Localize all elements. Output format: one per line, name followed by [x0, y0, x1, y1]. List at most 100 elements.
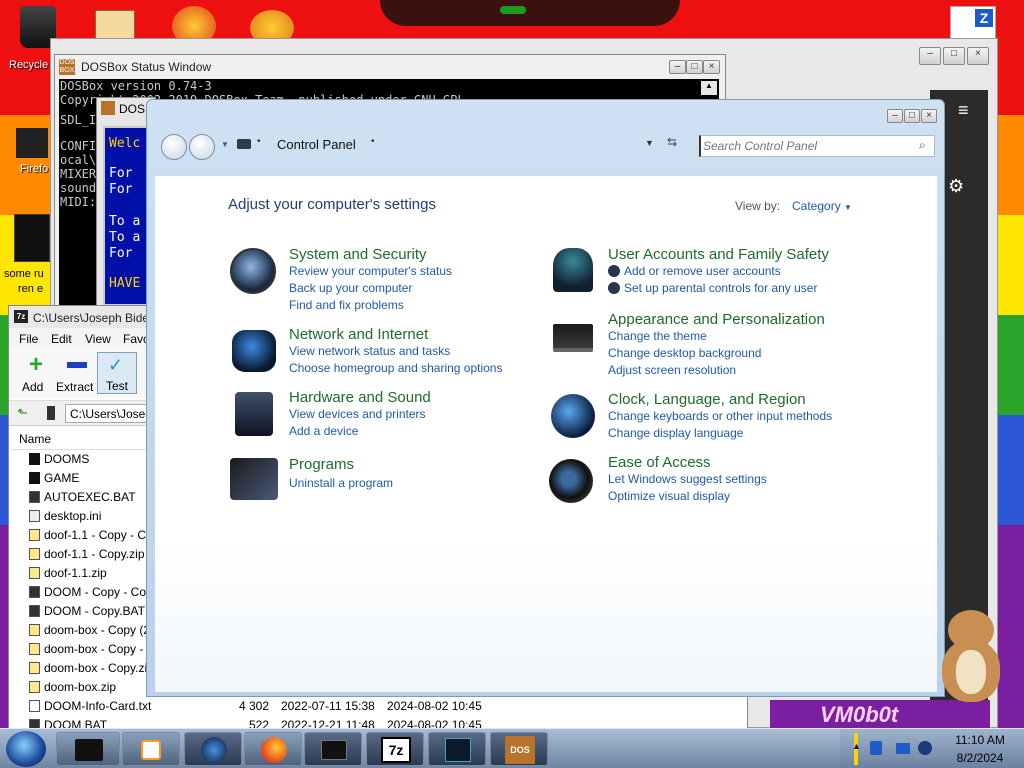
category-link[interactable]: Let Windows suggest settings	[608, 471, 767, 488]
list-item[interactable]: DOOMS	[29, 450, 89, 469]
file-name: DOOM-Info-Card.txt	[44, 699, 152, 713]
list-item[interactable]: GAME	[29, 469, 79, 488]
tray-app-icon[interactable]	[870, 741, 882, 755]
list-item[interactable]: doom-box.zip	[29, 678, 116, 697]
dosbox-maximize-button[interactable]: □	[686, 60, 703, 74]
taskbar-item-firefox[interactable]	[244, 732, 302, 766]
breadcrumb-item[interactable]: Control Panel	[277, 137, 356, 152]
category-title[interactable]: Ease of Access	[608, 454, 767, 471]
clock-language-region-icon[interactable]	[551, 394, 595, 438]
menu-file[interactable]: File	[19, 332, 38, 346]
hardware-sound-icon[interactable]	[235, 392, 273, 436]
category-link[interactable]: Back up your computer	[289, 280, 452, 297]
taskbar-item-explorer[interactable]	[56, 732, 120, 766]
list-item[interactable]: AUTOEXEC.BAT	[29, 488, 136, 507]
category-link[interactable]: Add a device	[289, 423, 431, 440]
test-button[interactable]: ✓ Test	[97, 352, 137, 394]
taskbar-item-7zip[interactable]: 7z	[366, 732, 424, 766]
list-item[interactable]: doof-1.1.zip	[29, 564, 107, 583]
category-link[interactable]: Change display language	[608, 425, 832, 442]
recent-pages-arrow-icon[interactable]: ▼	[221, 140, 229, 149]
forward-button[interactable]	[189, 134, 215, 160]
category-link[interactable]: View devices and printers	[289, 406, 431, 423]
list-item[interactable]: doof-1.1 - Copy - Co	[29, 526, 153, 545]
cp-close-button[interactable]: ×	[921, 109, 937, 123]
category-link[interactable]: Change keyboards or other input methods	[608, 408, 832, 425]
taskbar-item-media[interactable]	[122, 732, 180, 766]
network-icon[interactable]	[896, 743, 910, 754]
category-link[interactable]: Uninstall a program	[289, 475, 393, 492]
menu-view[interactable]: View	[85, 332, 111, 346]
add-button[interactable]: + Add	[19, 350, 59, 396]
dosbox-close-button[interactable]: ×	[703, 60, 720, 74]
search-icon[interactable]: ⌕	[919, 138, 926, 153]
folder-icon[interactable]	[95, 10, 135, 40]
hamster-mascot[interactable]	[940, 610, 1004, 706]
appearance-personalization-icon[interactable]	[553, 324, 593, 352]
clock-time[interactable]: 11:10 AM	[940, 733, 1020, 747]
settings-gear-icon[interactable]: ⚙	[948, 176, 964, 197]
clock-date[interactable]: 8/2/2024	[940, 751, 1020, 765]
taskbar-item-control-panel[interactable]	[184, 732, 242, 766]
list-item[interactable]: doom-box - Copy.zip	[29, 659, 154, 678]
list-item[interactable]: doof-1.1 - Copy.zip	[29, 545, 145, 564]
refresh-icon[interactable]: ⇆	[667, 135, 677, 149]
firefox-shortcut-icon[interactable]	[16, 128, 48, 158]
category-link[interactable]: Change desktop background	[608, 345, 825, 362]
file-name: doof-1.1 - Copy - Co	[44, 528, 153, 542]
category-link[interactable]: Change the theme	[608, 328, 825, 345]
category-link[interactable]: Add or remove user accounts	[608, 263, 829, 280]
network-internet-icon[interactable]	[232, 330, 276, 372]
search-box[interactable]: ⌕	[699, 135, 935, 157]
list-item[interactable]: doom-box - Copy (2)	[29, 621, 154, 640]
category-title[interactable]: User Accounts and Family Safety	[608, 246, 829, 263]
view-by-dropdown[interactable]: Category ▼	[792, 199, 852, 213]
column-name[interactable]: Name	[19, 432, 51, 446]
user-accounts-icon[interactable]	[553, 248, 593, 292]
breadcrumb[interactable]: • Control Panel • ▼ ⇆	[231, 132, 743, 156]
menu-edit[interactable]: Edit	[51, 332, 72, 346]
category-title[interactable]: Network and Internet	[289, 326, 502, 343]
category-link[interactable]: View network status and tasks	[289, 343, 502, 360]
dosbox-minimize-button[interactable]: –	[669, 60, 686, 74]
category-link[interactable]: Find and fix problems	[289, 297, 452, 314]
system-security-icon[interactable]	[230, 248, 276, 294]
category-title[interactable]: System and Security	[289, 246, 452, 263]
cp-maximize-button[interactable]: □	[904, 109, 920, 123]
minimize-button[interactable]: –	[919, 47, 941, 65]
taskbar-item-window[interactable]	[304, 732, 362, 766]
address-dropdown-icon[interactable]: ▼	[645, 138, 654, 148]
category-title[interactable]: Clock, Language, and Region	[608, 391, 832, 408]
shield-icon	[608, 265, 620, 277]
category-link[interactable]: Set up parental controls for any user	[608, 280, 829, 297]
back-button[interactable]	[161, 134, 187, 160]
category-title[interactable]: Programs	[289, 456, 393, 473]
list-item[interactable]: DOOM-Info-Card.txt 4 302 2022-07-11 15:3…	[29, 697, 749, 716]
taskbar-item-dosbox[interactable]: DOS	[490, 732, 548, 766]
search-input[interactable]	[703, 138, 911, 154]
breadcrumb-separator-icon: •	[371, 136, 375, 147]
up-folder-icon[interactable]: ⬑	[17, 406, 33, 420]
category-link[interactable]: Optimize visual display	[608, 488, 767, 505]
document-shortcut-icon[interactable]	[14, 214, 50, 262]
category-title[interactable]: Appearance and Personalization	[608, 311, 825, 328]
category-link[interactable]: Choose homegroup and sharing options	[289, 360, 502, 377]
category-title[interactable]: Hardware and Sound	[289, 389, 431, 406]
cp-minimize-button[interactable]: –	[887, 109, 903, 123]
ease-of-access-icon[interactable]	[549, 459, 593, 503]
maximize-button[interactable]: □	[943, 47, 965, 65]
start-button[interactable]	[6, 731, 46, 767]
taskbar-item-monitor[interactable]	[428, 732, 486, 766]
list-item[interactable]: DOOM - Copy.BAT	[29, 602, 145, 621]
close-button[interactable]: ×	[967, 47, 989, 65]
console-scroll-up[interactable]: ▲	[701, 81, 717, 95]
category-link[interactable]: Adjust screen resolution	[608, 362, 825, 379]
category-link[interactable]: Review your computer's status	[289, 263, 452, 280]
programs-icon[interactable]	[230, 458, 278, 500]
volume-icon[interactable]	[918, 741, 932, 755]
list-item[interactable]: desktop.ini	[29, 507, 101, 526]
list-item[interactable]: doom-box - Copy - C	[29, 640, 155, 659]
list-item[interactable]: DOOM - Copy - Copy	[29, 583, 159, 602]
hamburger-menu-icon[interactable]: ≡	[958, 100, 969, 121]
tray-expand-icon[interactable]: ▲	[852, 741, 861, 751]
